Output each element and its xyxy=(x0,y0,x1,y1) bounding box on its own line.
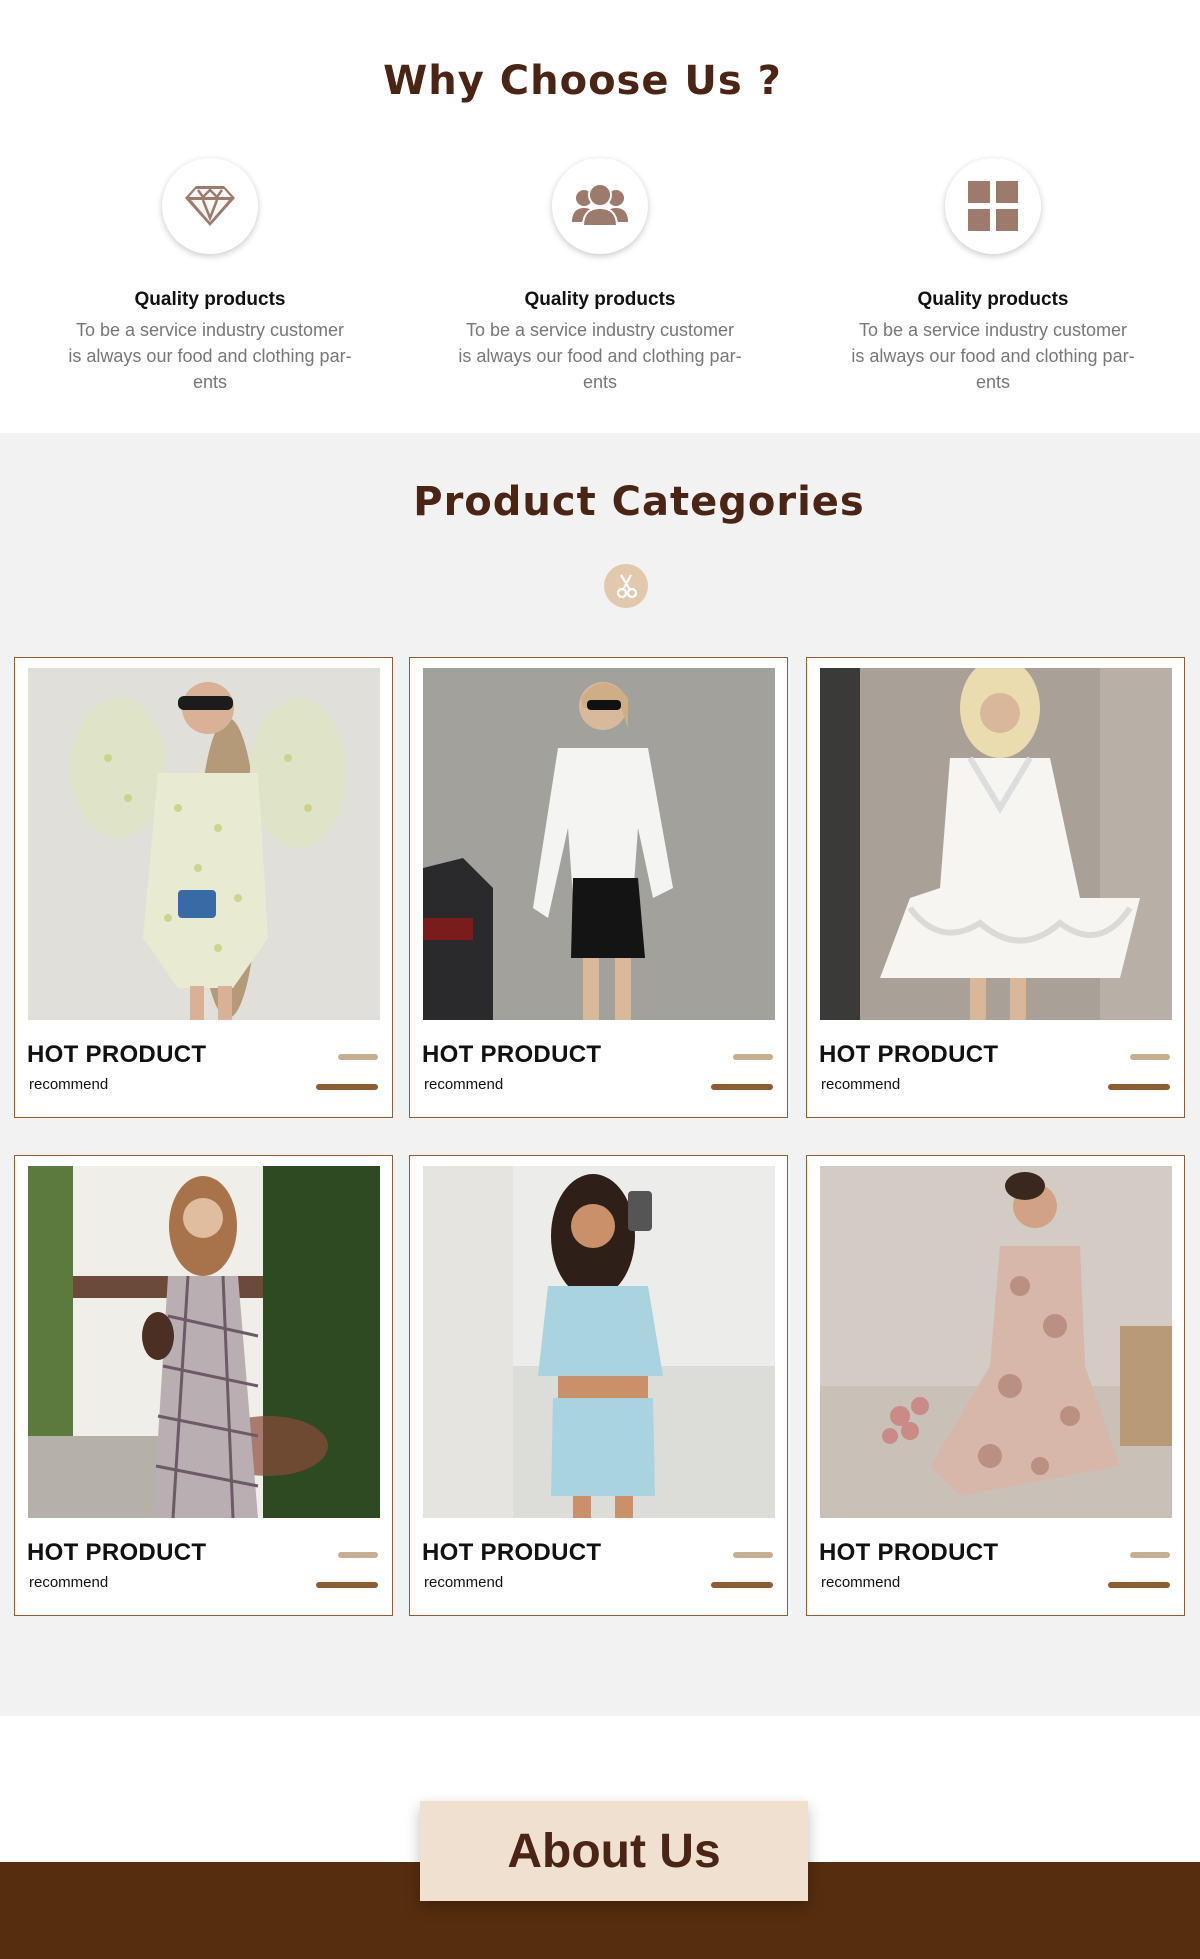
feature-title: Quality products xyxy=(917,289,1069,310)
accent-bar-long xyxy=(711,1582,773,1588)
feature-description-line: is always our food and clothing par- xyxy=(851,346,1135,366)
feature-description-line: ents xyxy=(192,372,228,392)
accent-bar-long xyxy=(316,1582,378,1588)
accent-bar-long xyxy=(316,1084,378,1090)
feature-description-line: is always our food and clothing par- xyxy=(458,346,742,366)
accent-bar-short xyxy=(733,1552,773,1558)
accent-bar-short xyxy=(338,1054,378,1060)
accent-bar-long xyxy=(711,1084,773,1090)
product-card[interactable]: HOT PRODUCT recommend xyxy=(806,1155,1185,1616)
about-us-title: About Us xyxy=(507,1824,721,1878)
product-photo[interactable] xyxy=(423,1166,775,1518)
product-photo[interactable] xyxy=(820,668,1172,1020)
feature-title: Quality products xyxy=(524,289,676,310)
accent-bar-long xyxy=(1108,1084,1170,1090)
product-card[interactable]: HOT PRODUCT recommend xyxy=(806,657,1185,1118)
about-us-section: About Us xyxy=(0,1716,1200,1959)
feature-description: To be a service industry customer is alw… xyxy=(450,317,750,395)
feature-description: To be a service industry customer is alw… xyxy=(843,317,1143,395)
feature-description: To be a service industry customer is alw… xyxy=(60,317,360,395)
accent-bar-long xyxy=(1108,1582,1170,1588)
product-card[interactable]: HOT PRODUCT recommend xyxy=(14,657,393,1118)
feature-item: Quality products To be a service industr… xyxy=(440,158,760,395)
product-categories-section: Product Categories HOT PRODUCT recommend… xyxy=(0,433,1200,1716)
feature-description-line: To be a service industry customer xyxy=(465,320,735,340)
product-photo[interactable] xyxy=(28,668,380,1020)
accent-bar-short xyxy=(1130,1552,1170,1558)
product-subtitle: recommend xyxy=(821,1076,901,1093)
product-subtitle: recommend xyxy=(424,1574,504,1591)
why-choose-us-section: Why Choose Us ? Quality products To be a… xyxy=(0,0,1200,433)
feature-description-line: ents xyxy=(975,372,1011,392)
product-title: HOT PRODUCT xyxy=(27,1539,207,1566)
why-choose-us-title: Why Choose Us ? xyxy=(383,58,782,104)
product-photo[interactable] xyxy=(423,668,775,1020)
scissors-icon xyxy=(604,564,648,608)
accent-bar-short xyxy=(1130,1054,1170,1060)
feature-description-line: is always our food and clothing par- xyxy=(68,346,352,366)
product-card[interactable]: HOT PRODUCT recommend xyxy=(14,1155,393,1616)
feature-item: Quality products To be a service industr… xyxy=(833,158,1153,395)
feature-title: Quality products xyxy=(134,289,286,310)
about-us-label[interactable]: About Us xyxy=(420,1801,808,1901)
product-title: HOT PRODUCT xyxy=(27,1041,207,1068)
product-title: HOT PRODUCT xyxy=(422,1041,602,1068)
accent-bar-short xyxy=(338,1552,378,1558)
product-photo[interactable] xyxy=(28,1166,380,1518)
product-subtitle: recommend xyxy=(29,1574,109,1591)
product-categories-title: Product Categories xyxy=(413,479,865,525)
users-icon xyxy=(552,158,648,254)
product-subtitle: recommend xyxy=(29,1076,109,1093)
feature-description-line: To be a service industry customer xyxy=(858,320,1128,340)
product-card[interactable]: HOT PRODUCT recommend xyxy=(409,1155,788,1616)
grid-icon xyxy=(945,158,1041,254)
diamond-icon xyxy=(162,158,258,254)
product-title: HOT PRODUCT xyxy=(819,1539,999,1566)
product-card[interactable]: HOT PRODUCT recommend xyxy=(409,657,788,1118)
product-subtitle: recommend xyxy=(821,1574,901,1591)
feature-description-line: To be a service industry customer xyxy=(75,320,345,340)
accent-bar-short xyxy=(733,1054,773,1060)
product-photo[interactable] xyxy=(820,1166,1172,1518)
feature-description-line: ents xyxy=(582,372,618,392)
product-title: HOT PRODUCT xyxy=(819,1041,999,1068)
feature-item: Quality products To be a service industr… xyxy=(50,158,370,395)
product-subtitle: recommend xyxy=(424,1076,504,1093)
product-title: HOT PRODUCT xyxy=(422,1539,602,1566)
